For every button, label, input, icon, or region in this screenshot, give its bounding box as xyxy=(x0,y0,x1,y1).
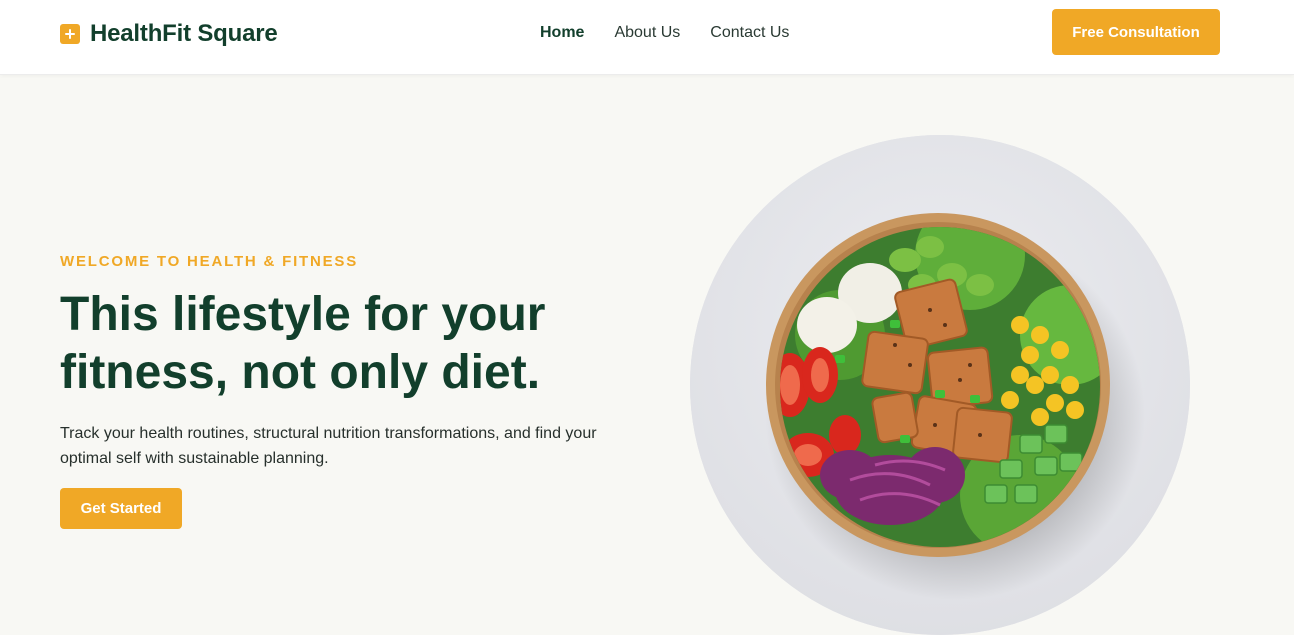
nav-item-about-us[interactable]: About Us xyxy=(614,24,680,42)
logo[interactable]: HealthFit Square xyxy=(60,20,278,48)
plus-square-icon xyxy=(60,24,80,44)
hero-description-line-1: Track your health routines, structural n… xyxy=(60,425,597,442)
get-started-button[interactable]: Get Started xyxy=(60,488,182,529)
hero-title-line-2: fitness, not only diet. xyxy=(60,346,541,399)
hero-description: Track your health routines, structural n… xyxy=(60,421,620,471)
main-nav: Home About Us Contact Us xyxy=(540,24,789,42)
free-consultation-button[interactable]: Free Consultation xyxy=(1052,9,1220,55)
brand-name: HealthFit Square xyxy=(90,20,278,47)
hero-title: This lifestyle for your fitness, not onl… xyxy=(60,286,660,402)
nav-item-home[interactable]: Home xyxy=(540,24,584,42)
hero-eyebrow: WELCOME TO HEALTH & FITNESS xyxy=(60,253,359,270)
hero-title-line-1: This lifestyle for your xyxy=(60,288,546,341)
hero-image-circle xyxy=(690,135,1190,635)
nav-item-contact-us[interactable]: Contact Us xyxy=(710,24,789,42)
hero-description-line-2: optimal self with sustainable planning. xyxy=(60,450,329,467)
salad-bowl-image xyxy=(690,135,1190,635)
site-header: HealthFit Square Home About Us Contact U… xyxy=(0,0,1294,75)
